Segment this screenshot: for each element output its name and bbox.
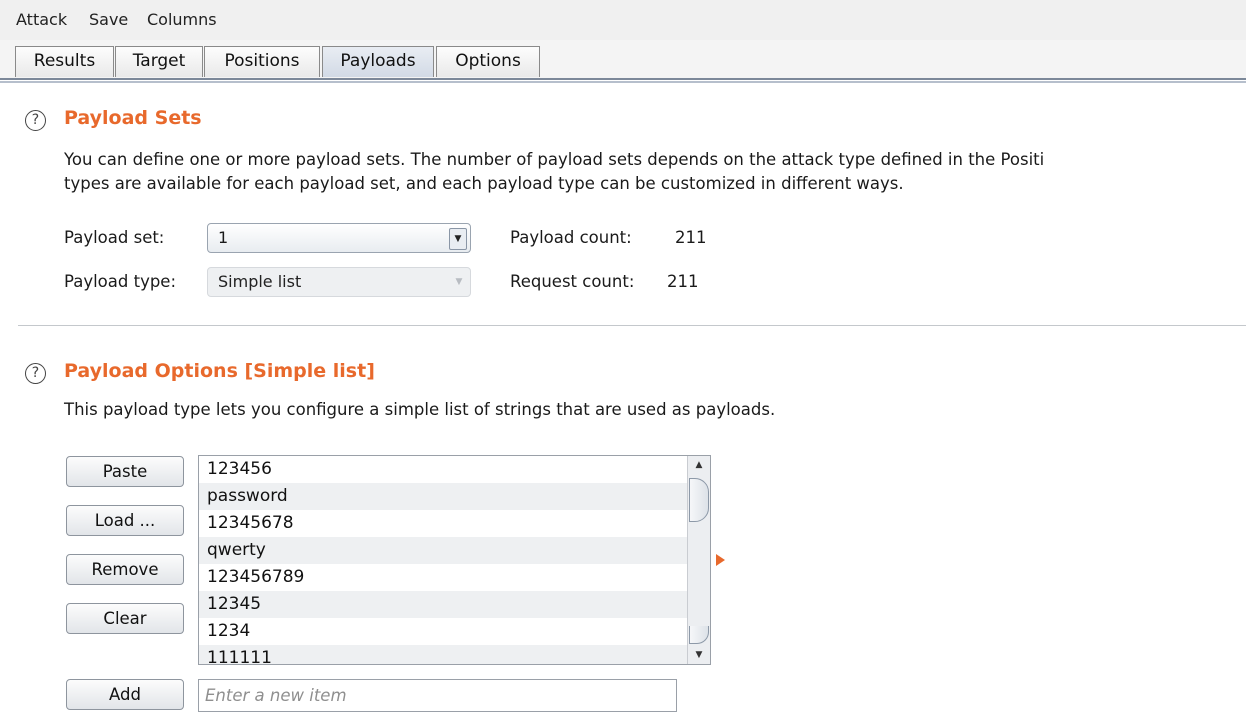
payload-type-value: Simple list: [218, 272, 302, 291]
payload-count-label: Payload count:: [510, 228, 632, 247]
scrollbar-track-end: [689, 626, 709, 644]
payload-set-label: Payload set:: [64, 228, 165, 247]
request-count-label: Request count:: [510, 272, 635, 291]
clear-button[interactable]: Clear: [66, 603, 184, 634]
menu-columns[interactable]: Columns: [147, 10, 217, 29]
help-icon[interactable]: ?: [25, 110, 46, 131]
help-icon[interactable]: ?: [25, 363, 46, 384]
add-button[interactable]: Add: [66, 679, 184, 710]
list-item[interactable]: 1234: [199, 618, 687, 645]
tab-results[interactable]: Results: [15, 46, 114, 77]
paste-button[interactable]: Paste: [66, 456, 184, 487]
list-item[interactable]: 12345678: [199, 510, 687, 537]
scroll-down-icon[interactable]: ▼: [691, 650, 707, 660]
payload-sets-description-line1: You can define one or more payload sets.…: [64, 150, 1045, 169]
vertical-scrollbar[interactable]: ▲ ▼: [687, 456, 710, 664]
payload-options-description: This payload type lets you configure a s…: [64, 400, 776, 419]
payload-set-select[interactable]: 1 ▼: [207, 223, 471, 253]
tab-underline: [0, 78, 1246, 80]
list-item[interactable]: 123456789: [199, 564, 687, 591]
menu-save[interactable]: Save: [89, 10, 128, 29]
menu-attack[interactable]: Attack: [16, 10, 67, 29]
scroll-up-icon[interactable]: ▲: [691, 460, 707, 470]
tab-target[interactable]: Target: [115, 46, 203, 77]
list-item[interactable]: 123456: [199, 456, 687, 483]
payload-count-value: 211: [675, 228, 707, 247]
expand-arrow-icon[interactable]: [716, 554, 725, 566]
list-item[interactable]: 111111: [199, 645, 687, 664]
payload-list[interactable]: 123456 password 12345678 qwerty 12345678…: [198, 455, 711, 665]
tab-payloads[interactable]: Payloads: [322, 46, 434, 77]
tab-underline-shadow: [0, 81, 1246, 83]
chevron-down-icon: ▼: [449, 228, 467, 250]
tab-options[interactable]: Options: [436, 46, 540, 77]
list-item[interactable]: qwerty: [199, 537, 687, 564]
tab-strip: Results Target Positions Payloads Option…: [0, 40, 1246, 78]
list-item[interactable]: password: [199, 483, 687, 510]
payload-sets-title: Payload Sets: [64, 107, 202, 129]
load-button[interactable]: Load ...: [66, 505, 184, 536]
new-item-input[interactable]: [198, 679, 677, 712]
payload-type-label: Payload type:: [64, 272, 177, 291]
payload-type-select[interactable]: Simple list ▼: [207, 267, 471, 297]
section-divider: [18, 325, 1246, 326]
payload-sets-description-line2: types are available for each payload set…: [64, 174, 904, 193]
chevron-down-icon: ▼: [455, 277, 463, 287]
payload-options-title: Payload Options [Simple list]: [64, 360, 375, 382]
tab-positions[interactable]: Positions: [204, 46, 320, 77]
request-count-value: 211: [667, 272, 699, 291]
menu-bar: Attack Save Columns: [0, 0, 1246, 40]
payload-set-value: 1: [218, 228, 229, 247]
remove-button[interactable]: Remove: [66, 554, 184, 585]
list-item[interactable]: 12345: [199, 591, 687, 618]
scrollbar-thumb[interactable]: [689, 478, 709, 522]
